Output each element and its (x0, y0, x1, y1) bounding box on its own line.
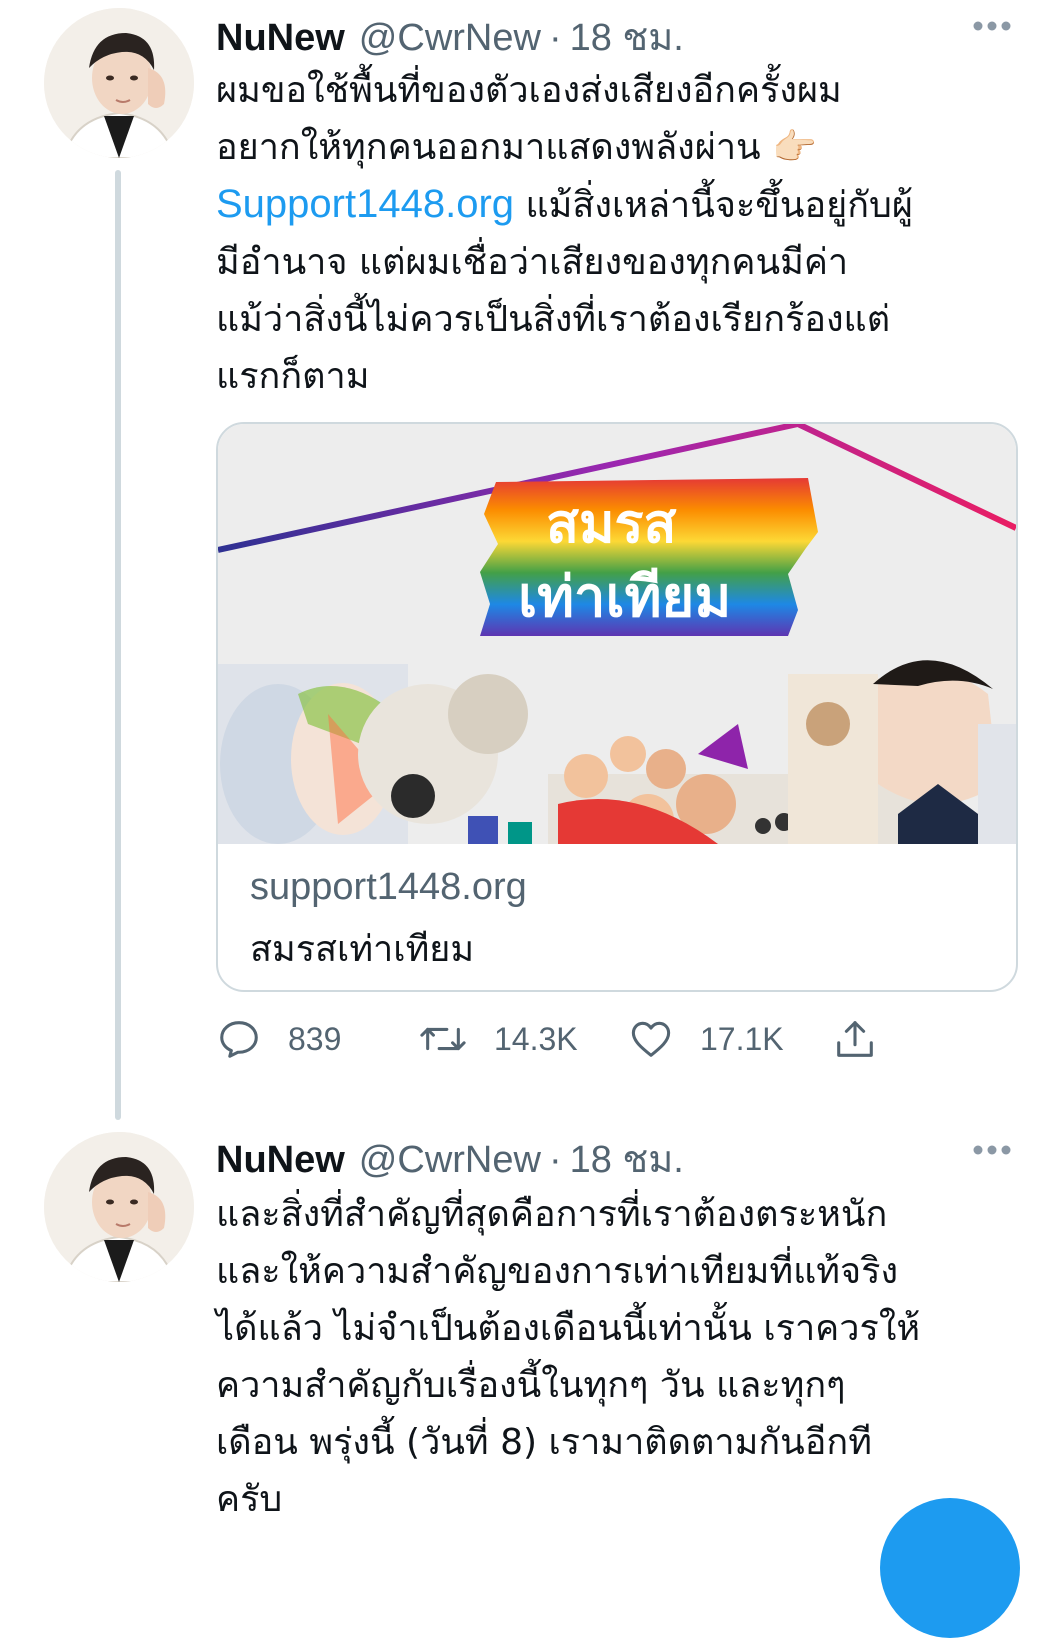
avatar[interactable] (44, 1132, 194, 1282)
tweet-text-line: ความสำคัญกับเรื่องนี้ในทุกๆ วัน และทุกๆ (216, 1365, 846, 1406)
like-count: 17.1K (700, 1020, 784, 1057)
tweet-text-line: และให้ความสำคัญของการเท่าเทียมที่แท้จริง (216, 1251, 899, 1292)
compose-fab[interactable] (880, 1498, 1020, 1638)
reply-button[interactable]: 839 (216, 1012, 341, 1066)
share-button[interactable] (832, 1012, 878, 1066)
separator-dot: · (548, 1139, 562, 1181)
separator-dot: · (548, 17, 562, 59)
timestamp[interactable]: 18 ชม. (570, 6, 684, 67)
more-icon[interactable] (972, 20, 1012, 32)
display-name[interactable]: NuNew (216, 1139, 345, 1182)
avatar[interactable] (44, 8, 194, 158)
tweet-text-line: แรกก็ตาม (216, 356, 370, 397)
card-image[interactable]: สมรส เท่าเทียม (218, 424, 1016, 844)
more-icon[interactable] (972, 1144, 1012, 1156)
tweet-text-line: ได้แล้ว ไม่จำเป็นต้องเดือนนี้เท่านั้น เร… (216, 1308, 921, 1349)
retweet-count: 14.3K (494, 1020, 578, 1057)
tweet-text-line: อยากให้ทุกคนออกมาแสดงพลังผ่าน 👉🏻 (216, 127, 817, 168)
tweet-header: NuNew @CwrNew · 18 ชม. (216, 1128, 684, 1181)
card-image-title-bottom: เท่าเทียม (518, 565, 731, 630)
thread-connector-line (115, 170, 121, 1120)
reply-icon (220, 1021, 258, 1058)
tweet-text-line: มีอำนาจ แต่ผมเชื่อว่าเสียงของทุกคนมีค่า (216, 242, 849, 283)
tweet-text-line: และสิ่งที่สำคัญที่สุดคือการที่เราต้องตระ… (216, 1194, 888, 1235)
avatar-image (44, 8, 194, 158)
tweet-text-line: ครับ (216, 1479, 283, 1520)
share-icon (837, 1021, 873, 1057)
timestamp[interactable]: 18 ชม. (570, 1128, 684, 1189)
tweet-text-line: ผมขอใช้พื้นที่ของตัวเองส่งเสียงอีกครั้งผ… (216, 70, 842, 111)
reply-count: 839 (288, 1020, 342, 1057)
pointing-hand-emoji: 👉🏻 (772, 127, 817, 168)
user-handle[interactable]: @CwrNew (359, 1139, 541, 1182)
retweet-button[interactable]: 14.3K (418, 1012, 578, 1066)
card-image-title-top: สมรส (546, 492, 677, 555)
tweet-link[interactable]: Support1448.org (216, 182, 514, 226)
avatar-image (44, 1132, 194, 1282)
card-title[interactable]: สมรสเท่าเทียม (250, 920, 474, 977)
link-preview-card[interactable]: สมรส เท่าเทียม support1448.org สมรสเท่าเ… (216, 422, 1018, 992)
tweet-text: และสิ่งที่สำคัญที่สุดคือการที่เราต้องตระ… (216, 1186, 1016, 1528)
display-name[interactable]: NuNew (216, 17, 345, 60)
user-handle[interactable]: @CwrNew (359, 17, 541, 60)
tweet-text-line: แม้ว่าสิ่งนี้ไม่ควรเป็นสิ่งที่เราต้องเรี… (216, 299, 891, 340)
tweet-actions: 839 14.3K 17.1K (216, 1012, 906, 1066)
like-button[interactable]: 17.1K (628, 1012, 784, 1066)
retweet-icon (420, 1027, 466, 1051)
like-icon (631, 1021, 671, 1057)
tweet-text-line: เดือน พรุ่งนี้ (วันที่ 8) เรามาติดตามกัน… (216, 1422, 872, 1463)
tweet-text-line: Support1448.org แม้สิ่งเหล่านี้จะขึ้นอยู… (216, 182, 913, 226)
card-domain[interactable]: support1448.org (250, 866, 527, 909)
tweet-text: ผมขอใช้พื้นที่ของตัวเองส่งเสียงอีกครั้งผ… (216, 62, 1016, 405)
tweet-header: NuNew @CwrNew · 18 ชม. (216, 6, 684, 59)
